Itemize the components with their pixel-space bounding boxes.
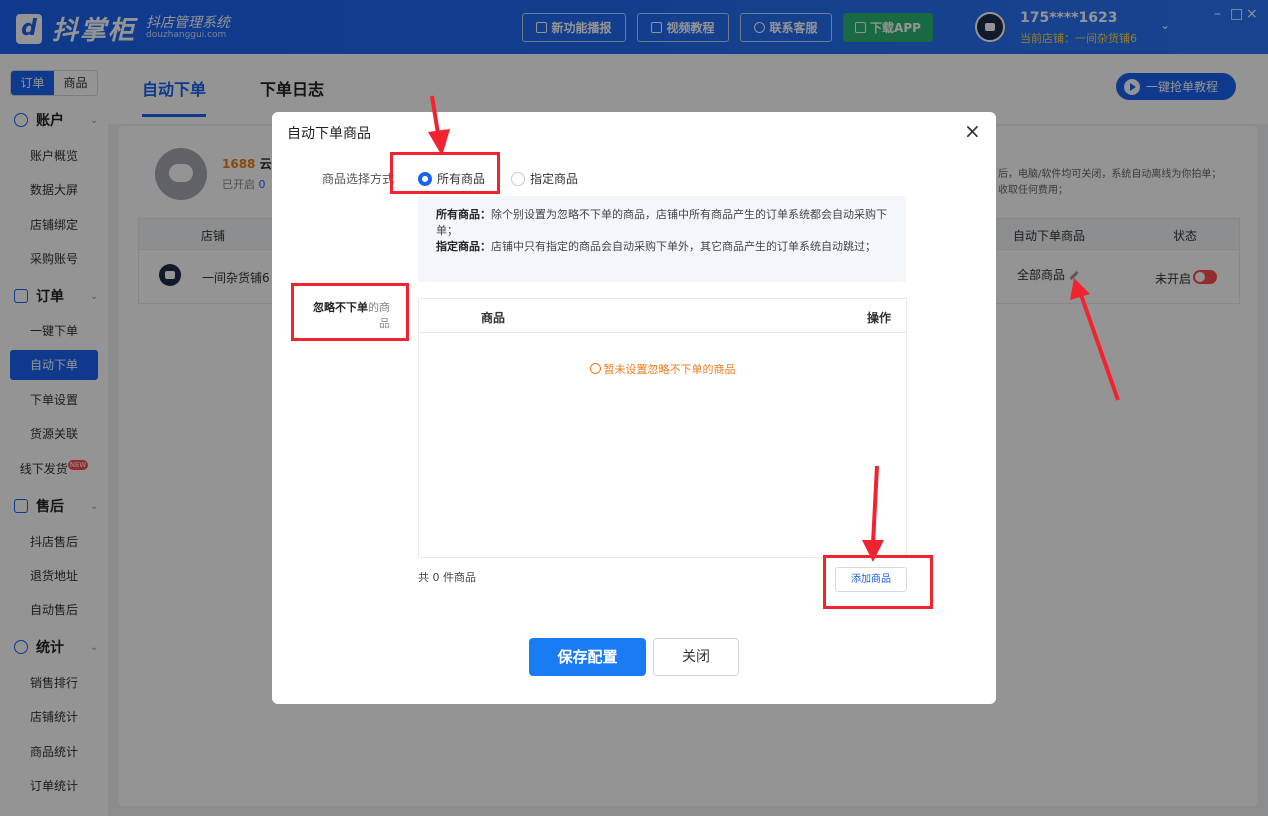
arrowhead-up-pencil bbox=[1070, 278, 1090, 300]
arrow-up-pencil bbox=[1078, 291, 1120, 401]
arrowhead-down-add bbox=[862, 540, 884, 562]
arrowhead-down-1 bbox=[428, 129, 450, 156]
annotation-arrows bbox=[428, 95, 1120, 562]
arrow-down-add bbox=[871, 465, 879, 545]
